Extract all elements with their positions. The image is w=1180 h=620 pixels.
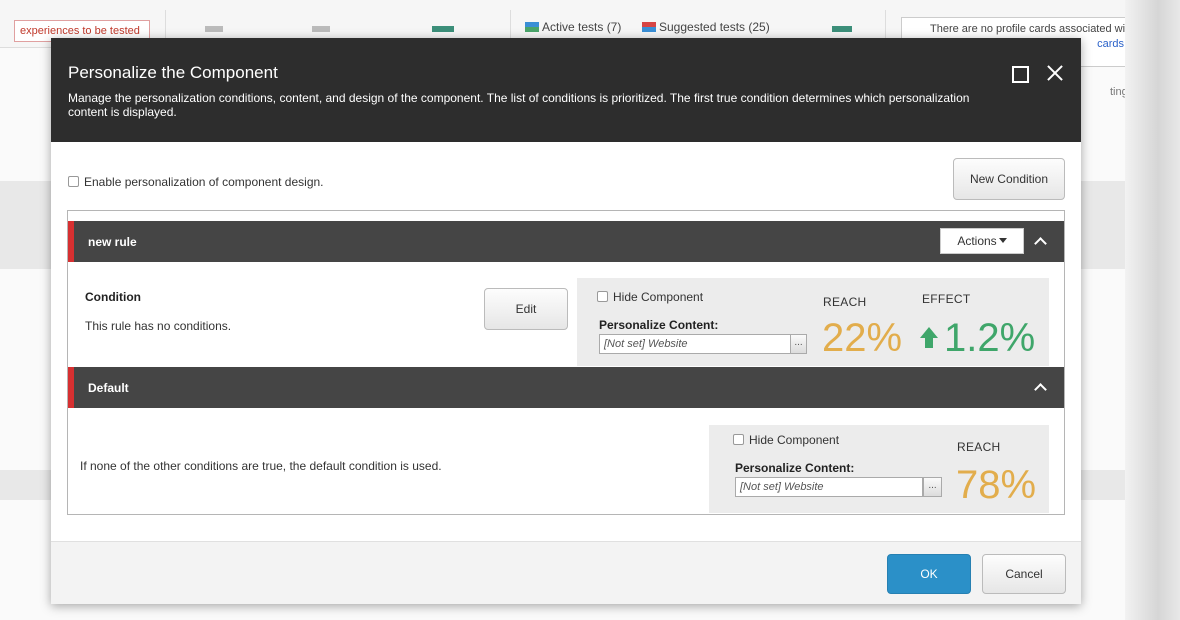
- rule-name: Default: [88, 381, 129, 395]
- effect-label: EFFECT: [922, 292, 971, 306]
- ribbon-icon: [432, 26, 454, 32]
- conditions-list: new rule Actions Condition This rule has…: [67, 210, 1065, 515]
- suggested-tests-link[interactable]: Suggested tests (25): [642, 20, 770, 34]
- maximize-icon[interactable]: [1009, 62, 1031, 84]
- active-tests-link[interactable]: Active tests (7): [525, 20, 621, 34]
- caret-down-icon: [998, 238, 1007, 243]
- condition-heading: Condition: [85, 290, 141, 304]
- reach-value: 22%: [822, 316, 903, 360]
- chevron-up-icon[interactable]: [1032, 379, 1050, 395]
- rule-name: new rule: [88, 235, 137, 249]
- dialog-description: Manage the personalization conditions, c…: [68, 91, 970, 119]
- hide-component-row[interactable]: Hide Component: [733, 433, 839, 447]
- content-field[interactable]: [Not set] Website: [735, 477, 923, 497]
- active-tests-icon: [525, 22, 539, 32]
- personalize-content-label: Personalize Content:: [599, 318, 719, 332]
- personalize-content-label: Personalize Content:: [735, 461, 855, 475]
- new-condition-button[interactable]: New Condition: [953, 158, 1065, 200]
- actions-dropdown[interactable]: Actions: [940, 228, 1024, 254]
- ok-button[interactable]: OK: [887, 554, 971, 594]
- active-tests-label: Active tests (7): [542, 20, 622, 34]
- actions-label: Actions: [957, 234, 997, 248]
- enable-design-checkbox[interactable]: [68, 176, 79, 187]
- browse-content-button[interactable]: ...: [923, 477, 942, 497]
- rule-header-new-rule[interactable]: new rule Actions: [68, 221, 1064, 262]
- hide-component-label: Hide Component: [749, 433, 840, 447]
- arrow-up-icon: [920, 327, 938, 349]
- cancel-button[interactable]: Cancel: [982, 554, 1066, 594]
- rule-header-default[interactable]: Default: [68, 367, 1064, 408]
- personalization-panel: Hide Component Personalize Content: [Not…: [577, 278, 1049, 366]
- chevron-up-icon[interactable]: [1032, 233, 1050, 249]
- effect-indicator: 1.2%: [920, 318, 1035, 358]
- dialog-footer: OK Cancel: [51, 541, 1081, 604]
- hide-component-row[interactable]: Hide Component: [597, 290, 703, 304]
- reach-value: 78%: [956, 463, 1037, 507]
- suggested-tests-icon: [642, 22, 656, 32]
- ribbon-icon: [312, 26, 330, 32]
- browse-content-button[interactable]: ...: [790, 334, 807, 354]
- reach-label: REACH: [957, 440, 1001, 454]
- hide-component-checkbox[interactable]: [733, 434, 744, 445]
- condition-text: This rule has no conditions.: [85, 319, 232, 333]
- suggested-tests-label: Suggested tests (25): [659, 20, 770, 34]
- content-field[interactable]: [Not set] Website: [599, 334, 793, 354]
- reach-label: REACH: [823, 295, 867, 309]
- dialog-header: Personalize the Component Manage the per…: [51, 38, 1081, 142]
- hide-component-checkbox[interactable]: [597, 291, 608, 302]
- window-edge-shadow: [1125, 0, 1180, 620]
- close-icon[interactable]: [1044, 62, 1066, 84]
- default-condition-text: If none of the other conditions are true…: [80, 459, 442, 473]
- personalize-dialog: Personalize the Component Manage the per…: [51, 38, 1081, 604]
- profile-cards-text: There are no profile cards associated wi…: [930, 23, 1135, 35]
- hide-component-label: Hide Component: [613, 290, 704, 304]
- enable-design-checkbox-row[interactable]: Enable personalization of component desi…: [68, 175, 324, 189]
- ribbon-icon: [205, 26, 223, 32]
- edit-condition-button[interactable]: Edit: [484, 288, 568, 330]
- effect-value: 1.2%: [944, 316, 1036, 360]
- dialog-title: Personalize the Component: [68, 63, 278, 82]
- personalization-panel: Hide Component Personalize Content: [Not…: [709, 425, 1049, 513]
- enable-design-label: Enable personalization of component desi…: [84, 175, 324, 189]
- ribbon-icon: [832, 26, 852, 32]
